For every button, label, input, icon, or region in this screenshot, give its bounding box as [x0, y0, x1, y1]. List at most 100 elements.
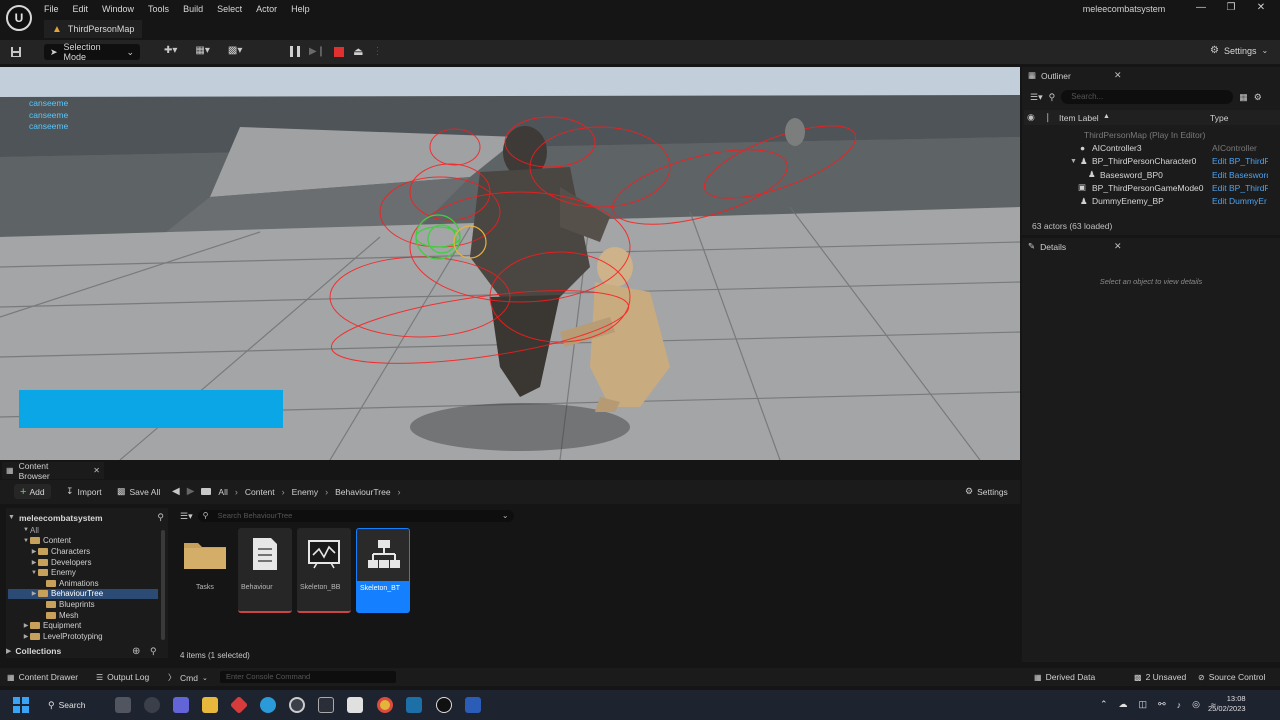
tree-item[interactable]: ▶ Characters	[8, 546, 158, 557]
column-type[interactable]: Type	[1210, 113, 1228, 123]
teams-icon[interactable]	[173, 697, 189, 713]
menu-help[interactable]: Help	[291, 4, 310, 14]
breadcrumb-item[interactable]: All	[218, 487, 227, 497]
menu-build[interactable]: Build	[183, 4, 203, 14]
taskbar-search[interactable]: ⚲ Search	[48, 697, 100, 713]
selection-mode-dropdown[interactable]: ➤ Selection Mode ⌄	[44, 42, 140, 62]
close-icon[interactable]: ✕	[93, 466, 100, 475]
minimize-icon[interactable]: —	[1196, 2, 1206, 13]
cmd-dropdown[interactable]: 〉 Cmd ⌄	[168, 672, 208, 683]
tree-item[interactable]: ▶ LevelPrototyping	[8, 631, 158, 642]
unreal-logo-icon[interactable]: U	[6, 5, 32, 31]
menu-edit[interactable]: Edit	[73, 4, 89, 14]
task-view-icon[interactable]	[115, 697, 131, 713]
console-command-input[interactable]: Enter Console Command	[220, 671, 396, 683]
chevron-down-icon[interactable]: ▼	[1070, 158, 1077, 165]
content-browser-settings[interactable]: ⚙ Settings	[965, 486, 1008, 497]
folder-add-icon[interactable]: ▦	[1239, 92, 1248, 103]
outliner-search-input[interactable]: Search...	[1061, 90, 1234, 104]
network-icon[interactable]: ◫	[1139, 699, 1148, 710]
collections-header[interactable]: ▶ Collections ⊕ ⚲	[6, 644, 168, 658]
app-icon[interactable]	[289, 697, 305, 713]
unreal-engine-icon[interactable]	[436, 697, 452, 713]
taskbar-clock[interactable]: 13:08 25/02/2023	[1208, 694, 1246, 714]
close-icon[interactable]: ✕	[1256, 2, 1266, 13]
store-icon[interactable]	[347, 697, 363, 713]
asset-tile-blackboard[interactable]: Skeleton_BB	[297, 528, 351, 613]
outliner-row[interactable]: ThirdPersonMap (Play In Editor)	[1024, 128, 1272, 141]
asset-tile-behavior-tree-selected[interactable]: Skeleton_BT	[356, 528, 410, 613]
globe-icon[interactable]: ◎	[1192, 699, 1200, 710]
blueprint-icon[interactable]: ▦▾	[195, 45, 209, 56]
breadcrumb-item[interactable]: Content	[245, 487, 275, 497]
eject-icon[interactable]: ⏏	[353, 45, 363, 58]
column-item-label[interactable]: Item Label	[1059, 113, 1099, 123]
derived-data-button[interactable]: ▦ Derived Data	[1034, 672, 1095, 682]
menu-window[interactable]: Window	[102, 4, 134, 14]
unsaved-button[interactable]: ▩ 2 Unsaved	[1134, 672, 1186, 682]
output-log-button[interactable]: ☰ Output Log	[96, 672, 149, 682]
pause-button[interactable]	[290, 46, 300, 57]
save-all-button[interactable]: ▩ Save All	[117, 486, 160, 497]
chrome-icon[interactable]	[377, 697, 393, 713]
file-explorer-icon[interactable]	[202, 697, 218, 713]
save-icon[interactable]	[10, 46, 22, 58]
cinematics-icon[interactable]: ▩▾	[228, 45, 242, 56]
asset-tile-folder[interactable]: Tasks	[178, 528, 232, 613]
search-icon[interactable]: ⚲	[157, 512, 164, 523]
add-actor-icon[interactable]: ✚▾	[164, 45, 177, 56]
search-icon[interactable]: ⚲	[150, 646, 157, 657]
back-icon[interactable]: ◀	[172, 486, 180, 497]
close-icon[interactable]: ✕	[1114, 70, 1122, 81]
breadcrumb-item[interactable]: BehaviourTree	[335, 487, 390, 497]
source-control-button[interactable]: ⊘ Source Control	[1198, 672, 1265, 682]
microphone-icon[interactable]: ⚯	[1158, 699, 1166, 710]
frame-skip-icon[interactable]: ▶❙	[309, 46, 325, 57]
content-drawer-button[interactable]: ▦ Content Drawer	[7, 672, 78, 682]
map-tab[interactable]: ▲ ThirdPersonMap	[44, 20, 143, 38]
tree-item[interactable]: Animations	[8, 578, 158, 589]
tree-root[interactable]: ▼ meleecombatsystem ⚲	[8, 511, 168, 524]
outliner-row[interactable]: ▼ ♟ BP_ThirdPersonCharacter0 Edit BP_Thi…	[1024, 155, 1272, 168]
filter-icon[interactable]: ☰▾	[180, 511, 193, 522]
cloud-icon[interactable]: ☁	[1119, 699, 1128, 710]
widgets-icon[interactable]	[144, 697, 160, 713]
edge-icon[interactable]	[260, 697, 276, 713]
outliner-row[interactable]: ♟ Basesword_BP0 Edit Basesword	[1024, 168, 1272, 181]
tree-item-selected[interactable]: ▶ BehaviourTree	[8, 588, 158, 600]
gear-icon[interactable]: ⚙	[1254, 92, 1262, 103]
asset-tile-behaviour[interactable]: Behaviour	[238, 528, 292, 613]
steam-icon[interactable]	[406, 697, 422, 713]
word-icon[interactable]	[465, 697, 481, 713]
tree-item[interactable]: ▼ Enemy	[8, 567, 158, 578]
eye-icon[interactable]: ◉	[1027, 112, 1035, 123]
menu-tools[interactable]: Tools	[148, 4, 169, 14]
menu-file[interactable]: File	[44, 4, 59, 14]
windows-start-icon[interactable]	[13, 697, 29, 713]
outliner-row[interactable]: ● AIController3 AIController	[1024, 141, 1272, 154]
tree-item[interactable]: Blueprints	[8, 599, 158, 610]
outliner-row[interactable]: ♟ DummyEnemy_BP Edit DummyEr	[1024, 194, 1272, 207]
add-button[interactable]: + Add	[14, 484, 51, 499]
menu-actor[interactable]: Actor	[256, 4, 277, 14]
chevron-up-icon[interactable]: ⌃	[1100, 699, 1108, 710]
import-button[interactable]: ↧ Import	[66, 486, 102, 497]
tree-item[interactable]: Mesh	[8, 610, 158, 621]
menu-select[interactable]: Select	[217, 4, 242, 14]
add-collection-icon[interactable]: ⊕	[132, 646, 140, 657]
tree-item[interactable]: ▶ Developers	[8, 557, 158, 568]
more-options-icon[interactable]: ⋮	[372, 46, 382, 57]
tree-scrollbar[interactable]	[161, 530, 165, 640]
filter-icon[interactable]: ☰▾	[1030, 92, 1043, 103]
forward-icon[interactable]: ▶	[187, 486, 195, 497]
epic-games-icon[interactable]	[318, 697, 334, 713]
tree-item[interactable]: ▼ Content	[8, 536, 158, 547]
maximize-icon[interactable]: ❐	[1226, 2, 1236, 13]
stop-button[interactable]	[334, 46, 345, 57]
breadcrumb-item[interactable]: Enemy	[292, 487, 318, 497]
pin-icon[interactable]: ❘	[1044, 112, 1052, 123]
volume-icon[interactable]: ♪	[1177, 700, 1182, 710]
close-icon[interactable]: ✕	[1114, 241, 1122, 252]
outliner-row[interactable]: ▣ BP_ThirdPersonGameMode0 Edit BP_ThirdP	[1024, 181, 1272, 194]
tree-item[interactable]: ▼ All	[8, 525, 158, 536]
